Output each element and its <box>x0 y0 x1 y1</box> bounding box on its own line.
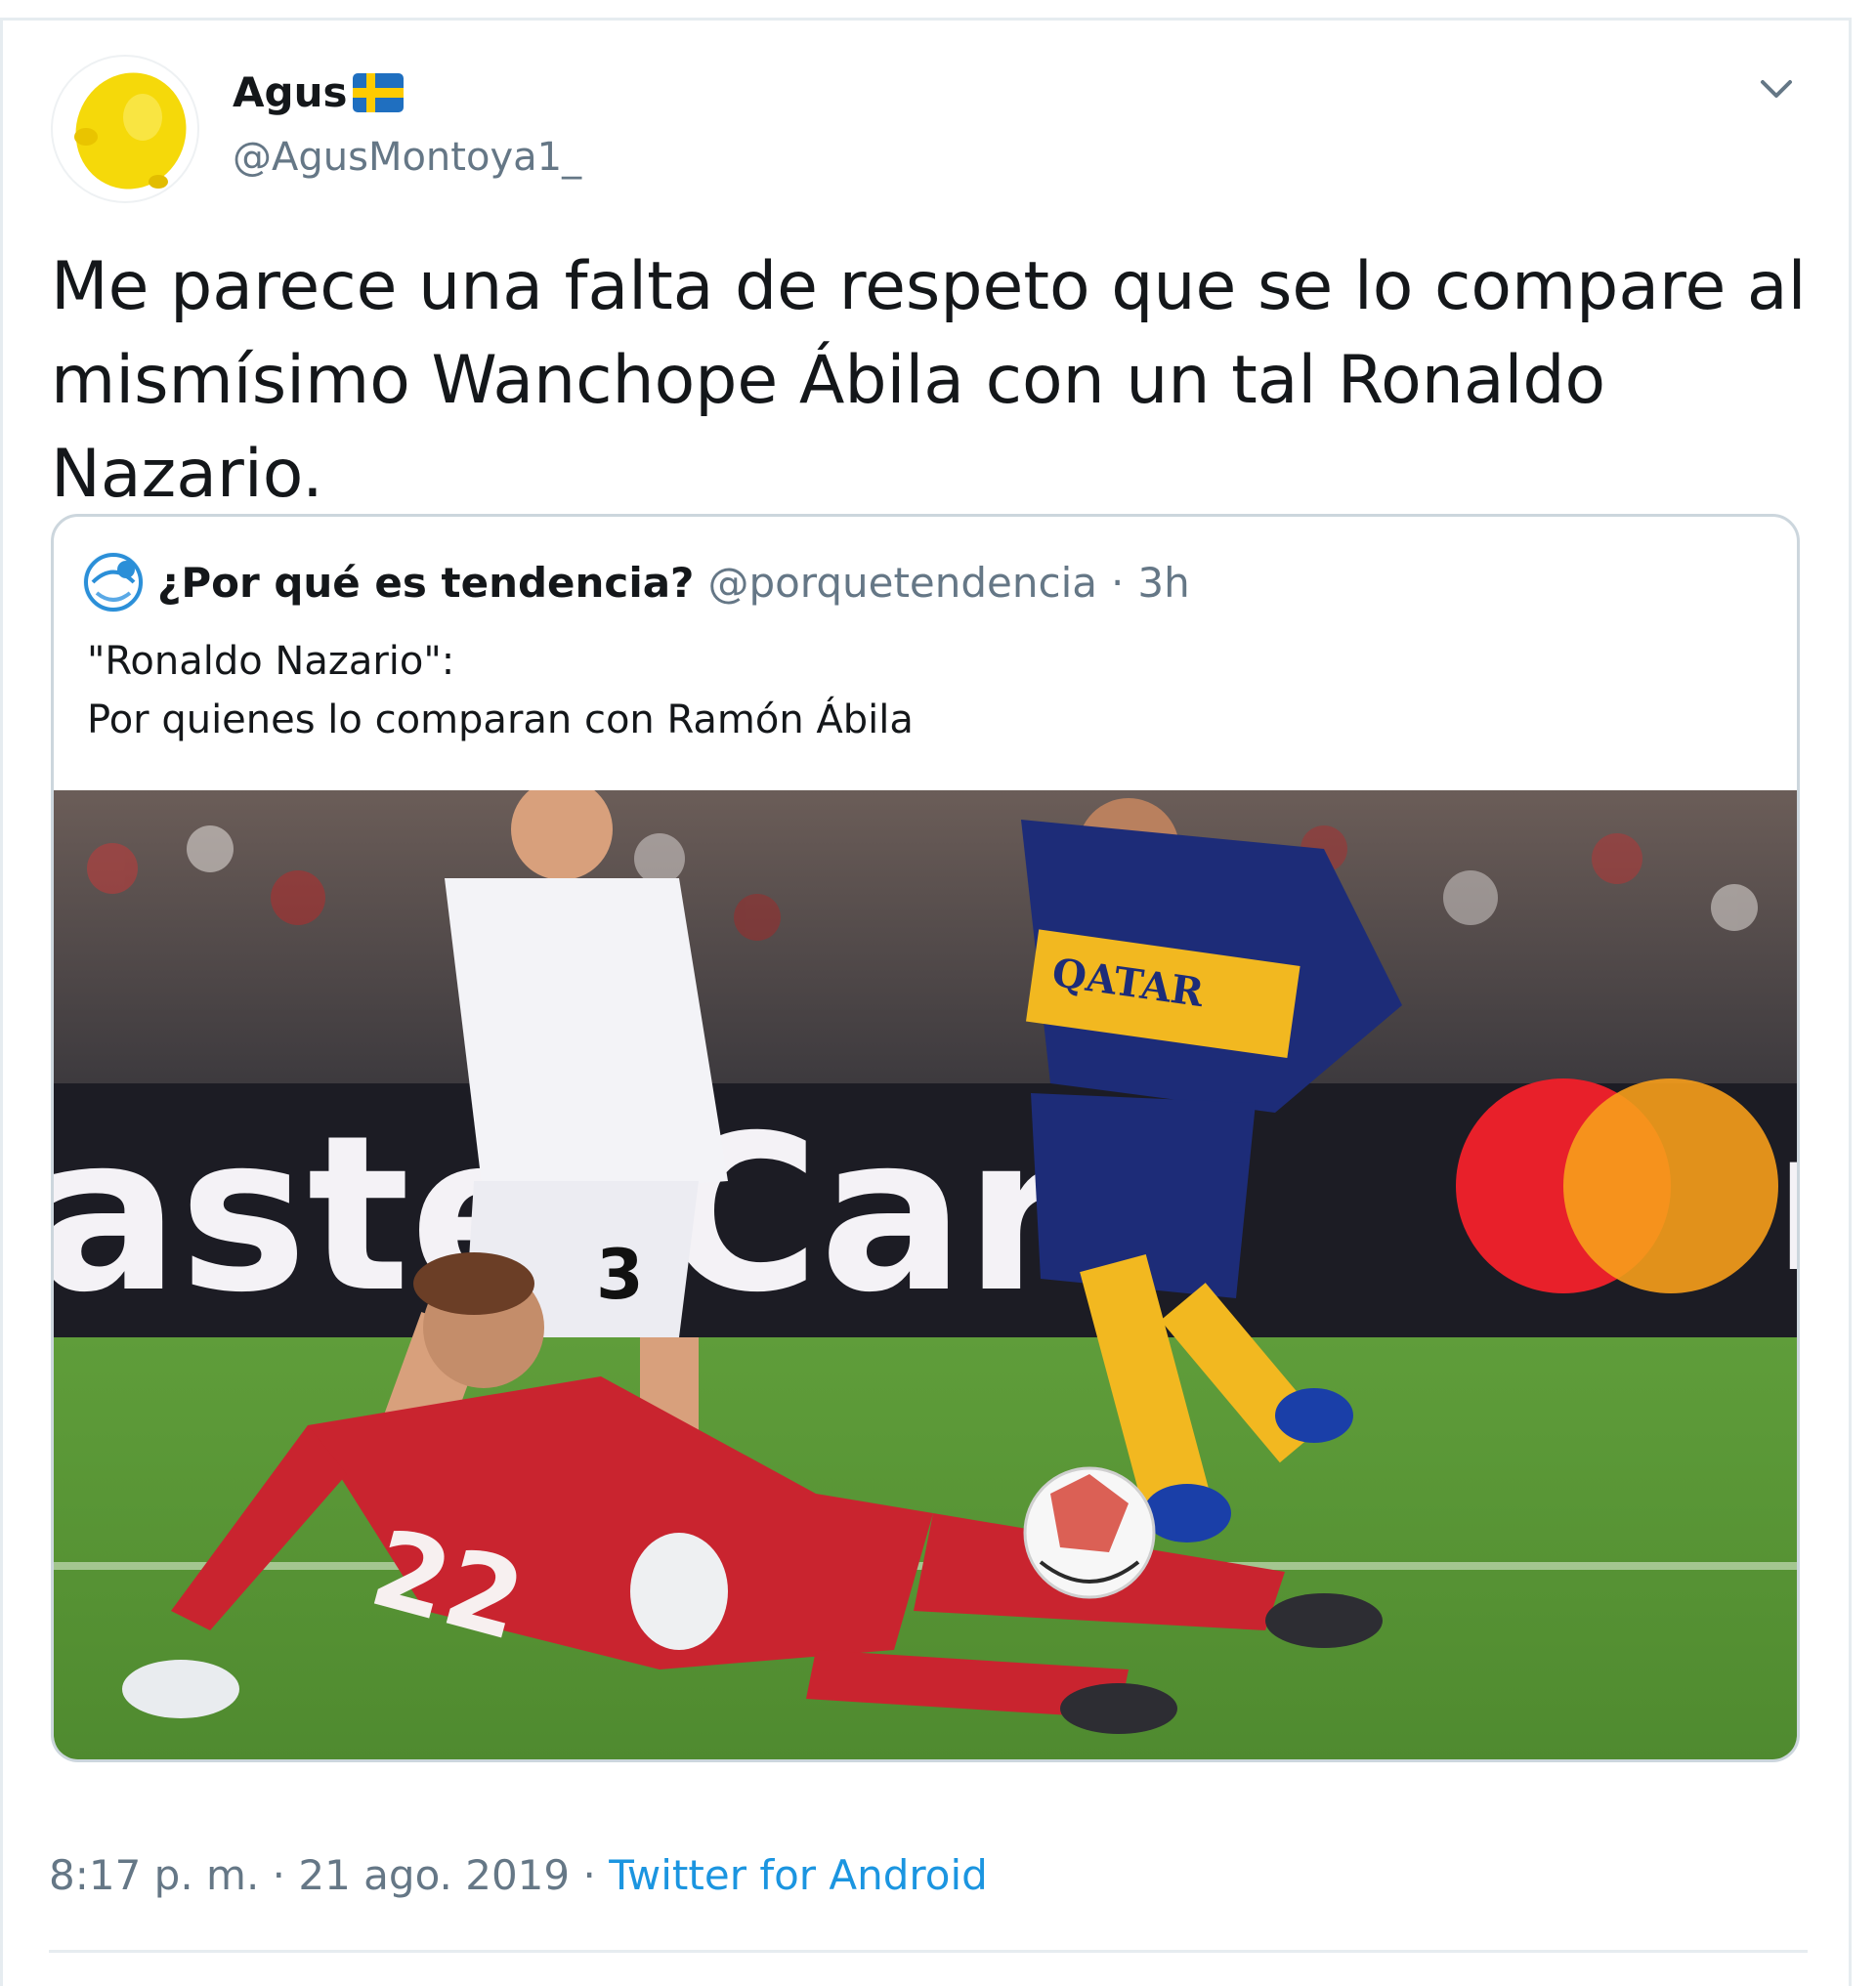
quoted-timestamp: 3h <box>1137 558 1190 607</box>
footer-separator-1: · <box>272 1851 286 1899</box>
quoted-tweet-header: ¿Por qué es tendencia? @porquetendencia … <box>83 552 1190 613</box>
football-match-photo[interactable]: asterCard n 3 QATAR 22 <box>54 790 1800 1762</box>
sweden-flag-icon <box>353 72 405 112</box>
tweet-text: Me parece una falta de respeto que se lo… <box>51 248 1807 513</box>
quoted-text-line-1: "Ronaldo Nazario": <box>87 639 455 684</box>
quoted-display-name: ¿Por qué es tendencia? <box>157 558 695 607</box>
quoted-author-avatar <box>83 552 144 613</box>
quoted-tweet-card[interactable]: ¿Por qué es tendencia? @porquetendencia … <box>51 514 1800 1762</box>
tweet-time[interactable]: 8:17 p. m. <box>49 1851 259 1899</box>
author-display-name[interactable]: Agus <box>233 68 347 116</box>
tweet-source-link[interactable]: Twitter for Android <box>609 1851 988 1899</box>
author-handle[interactable]: @AgusMontoya1_ <box>233 135 581 180</box>
quoted-handle: @porquetendencia <box>707 558 1097 607</box>
globe-chat-icon <box>84 553 143 612</box>
tweet-date[interactable]: 21 ago. 2019 <box>298 1851 570 1899</box>
tweet-footer: 8:17 p. m. · 21 ago. 2019 · Twitter for … <box>49 1851 988 1899</box>
author-avatar[interactable] <box>51 55 199 203</box>
quoted-text-line-2: Por quienes lo comparan con Ramón Ábila <box>87 697 914 742</box>
svg-text:3: 3 <box>596 1235 644 1315</box>
footer-separator-2: · <box>582 1851 596 1899</box>
svg-text:n: n <box>1773 1088 1800 1316</box>
author-name-row[interactable]: Agus <box>233 68 405 116</box>
footer-divider <box>49 1950 1808 1953</box>
quoted-separator: · <box>1111 558 1125 607</box>
quoted-tweet-text: "Ronaldo Nazario": Por quienes lo compar… <box>87 632 914 749</box>
chevron-down-icon[interactable] <box>1755 68 1798 111</box>
lemon-icon <box>74 72 187 190</box>
